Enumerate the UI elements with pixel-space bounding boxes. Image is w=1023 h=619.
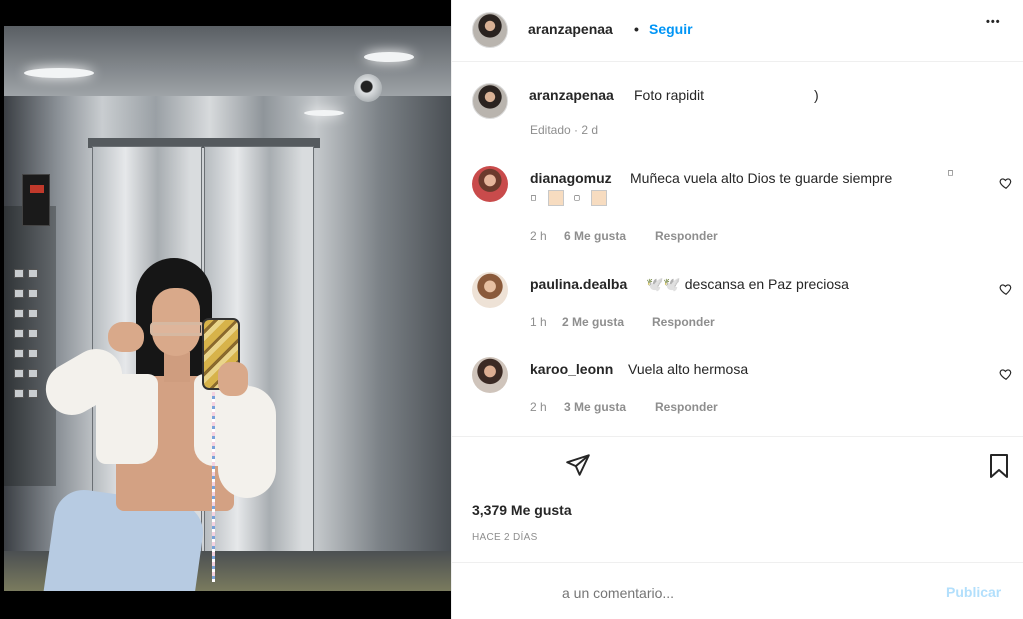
caption-username[interactable]: aranzapenaa bbox=[529, 87, 614, 103]
emoji-placeholder: □ bbox=[574, 192, 580, 202]
comment-username[interactable]: paulina.dealba bbox=[530, 276, 627, 292]
ceiling-light bbox=[364, 52, 414, 62]
follow-button[interactable]: Seguir bbox=[649, 21, 693, 37]
avatar[interactable] bbox=[472, 12, 508, 48]
avatar[interactable] bbox=[472, 272, 508, 308]
avatar[interactable] bbox=[472, 83, 508, 119]
reply-button[interactable]: Responder bbox=[652, 315, 715, 329]
comment-time[interactable]: 2 h bbox=[530, 229, 547, 243]
comment-text: Muñeca vuela alto Dios te guarde siempre bbox=[630, 170, 893, 186]
floor-display bbox=[22, 174, 50, 226]
emoji-skin bbox=[548, 189, 564, 206]
person-hand-right bbox=[218, 362, 248, 396]
header-separator: • bbox=[634, 21, 639, 37]
phone-strap bbox=[212, 392, 215, 582]
comment-likes[interactable]: 6 Me gusta bbox=[564, 229, 626, 243]
comment-username[interactable]: dianagomuz bbox=[530, 170, 612, 186]
ceiling-light bbox=[24, 68, 94, 78]
avatar[interactable] bbox=[472, 166, 508, 202]
caption-meta: Editado · 2 d bbox=[530, 123, 599, 137]
post-side-panel: aranzapenaa • Seguir ••• aranzapenaa Fot… bbox=[451, 0, 1023, 619]
post-owner-username[interactable]: aranzapenaa bbox=[528, 21, 613, 37]
comment-likes[interactable]: 3 Me gusta bbox=[564, 400, 626, 414]
person-neck bbox=[164, 352, 190, 382]
sunglasses bbox=[150, 322, 204, 336]
floor-buttons bbox=[12, 266, 46, 406]
avatar[interactable] bbox=[472, 357, 508, 393]
divider bbox=[452, 436, 1023, 437]
emoji-skin bbox=[591, 189, 608, 206]
paper-plane-icon[interactable] bbox=[565, 452, 591, 478]
post-photo-panel bbox=[0, 0, 451, 619]
ceiling-light bbox=[304, 110, 344, 116]
emoji-placeholder: □ bbox=[531, 192, 536, 202]
bookmark-icon[interactable] bbox=[987, 453, 1011, 479]
heart-outline-icon[interactable] bbox=[999, 282, 1013, 296]
comment-text: Vuela alto hermosa bbox=[628, 361, 749, 377]
publish-button[interactable]: Publicar bbox=[946, 584, 1001, 600]
post-header: aranzapenaa • Seguir ••• bbox=[452, 0, 1023, 62]
divider bbox=[452, 562, 1023, 563]
comment-input[interactable] bbox=[562, 585, 862, 601]
comment-time[interactable]: 2 h bbox=[530, 400, 547, 414]
heart-outline-icon[interactable] bbox=[999, 367, 1013, 381]
emoji-placeholder: □ bbox=[948, 168, 953, 177]
person-arm-right bbox=[218, 386, 276, 498]
comment-text: 🕊️🕊️ descansa en Paz preciosa bbox=[646, 276, 849, 292]
post-date: HACE 2 DÍAS bbox=[472, 532, 538, 543]
security-camera bbox=[354, 74, 382, 102]
comment-likes[interactable]: 2 Me gusta bbox=[562, 315, 624, 329]
reply-button[interactable]: Responder bbox=[655, 400, 718, 414]
reply-button[interactable]: Responder bbox=[655, 229, 718, 243]
comment-username[interactable]: karoo_leonn bbox=[530, 361, 613, 377]
post-photo[interactable] bbox=[4, 26, 451, 591]
more-options-icon[interactable]: ••• bbox=[986, 16, 1001, 28]
likes-count[interactable]: 3,379 Me gusta bbox=[472, 502, 572, 518]
caption-text: Foto rapidit bbox=[634, 87, 705, 103]
caption-text-tail: ) bbox=[814, 87, 819, 103]
heart-outline-icon[interactable] bbox=[999, 176, 1013, 190]
comment-time[interactable]: 1 h bbox=[530, 315, 547, 329]
comment-emoji-row: □ □ bbox=[531, 189, 608, 207]
person-hand-left bbox=[108, 322, 144, 352]
